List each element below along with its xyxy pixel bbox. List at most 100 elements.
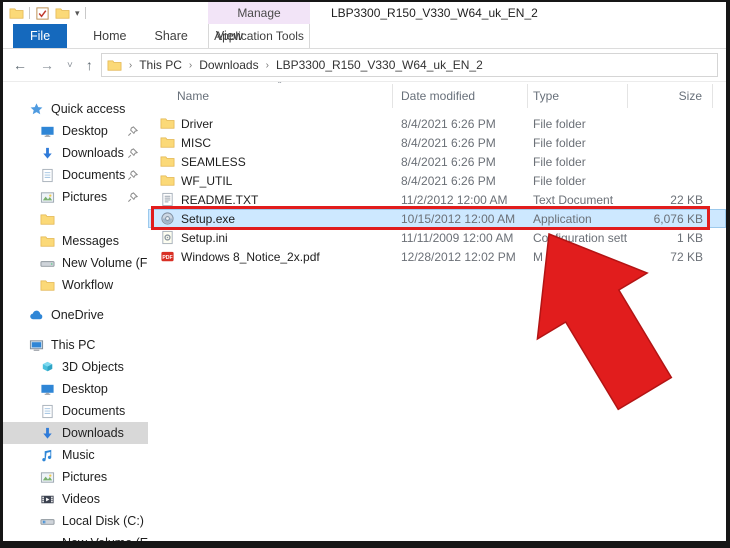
video-icon bbox=[40, 492, 55, 507]
folder-icon bbox=[160, 154, 175, 169]
sidebar-item-this-pc[interactable]: This PC bbox=[3, 334, 148, 356]
drive-icon bbox=[40, 256, 55, 271]
file-row-setup-exe[interactable]: Setup.exe 10/15/2012 12:00 AM Applicatio… bbox=[148, 209, 726, 228]
folder-icon bbox=[107, 58, 122, 73]
disk-c-icon bbox=[40, 514, 55, 529]
sidebar-section-gap bbox=[3, 296, 148, 304]
sidebar-item-onedrive[interactable]: OneDrive bbox=[3, 304, 148, 326]
sidebar-item-desktop[interactable]: Desktop bbox=[3, 120, 148, 142]
folder-icon bbox=[40, 234, 55, 249]
folder-icon bbox=[160, 173, 175, 188]
sidebar-item-desktop-pc[interactable]: Desktop bbox=[3, 378, 148, 400]
text-file-icon bbox=[160, 192, 175, 207]
sidebar-item-quick-access[interactable]: Quick access bbox=[3, 98, 148, 120]
monitor-icon bbox=[40, 382, 55, 397]
sidebar-item-downloads-pc[interactable]: Downloads bbox=[3, 422, 148, 444]
file-row-driver[interactable]: Driver 8/4/2021 6:26 PM File folder bbox=[148, 114, 726, 133]
sidebar-item-local-disk-c[interactable]: Local Disk (C:) bbox=[3, 510, 148, 532]
file-row-misc[interactable]: MISC 8/4/2021 6:26 PM File folder bbox=[148, 133, 726, 152]
breadcrumb-chevron-icon: › bbox=[127, 60, 134, 71]
recent-locations-icon[interactable]: ˅ bbox=[67, 60, 73, 71]
sidebar-item-videos[interactable]: Videos bbox=[3, 488, 148, 510]
pdf-icon bbox=[160, 249, 175, 264]
navigation-pane: Quick access Desktop Downloads Documents… bbox=[3, 82, 148, 541]
sidebar-item-3d-objects[interactable]: 3D Objects bbox=[3, 356, 148, 378]
cube-icon bbox=[40, 360, 55, 375]
back-icon[interactable]: ← bbox=[13, 57, 27, 73]
pin-icon bbox=[127, 170, 138, 181]
tab-share[interactable]: Share bbox=[141, 24, 202, 48]
navigation-buttons: ← → ˅ ↑ bbox=[3, 57, 101, 73]
address-bar-row: ← → ˅ ↑ › This PC › Downloads › LBP3300_… bbox=[3, 49, 726, 82]
tab-home[interactable]: Home bbox=[79, 24, 140, 48]
download-icon bbox=[40, 146, 55, 161]
sidebar-item-music[interactable]: Music bbox=[3, 444, 148, 466]
sidebar-item-unlabeled-folder[interactable] bbox=[3, 208, 148, 230]
main-content: Quick access Desktop Downloads Documents… bbox=[3, 82, 726, 541]
forward-icon[interactable]: → bbox=[40, 57, 54, 73]
column-header-date-modified[interactable]: Date modified bbox=[393, 84, 528, 108]
customize-toolbar-arrow[interactable]: ▾ bbox=[75, 9, 80, 18]
sort-ascending-icon: ˆ bbox=[278, 82, 281, 92]
pin-icon bbox=[127, 148, 138, 159]
download-icon bbox=[40, 426, 55, 441]
music-icon bbox=[40, 448, 55, 463]
sidebar-item-pictures-pc[interactable]: Pictures bbox=[3, 466, 148, 488]
sidebar-item-workflow[interactable]: Workflow bbox=[3, 274, 148, 296]
folder-icon bbox=[40, 278, 55, 293]
tab-file[interactable]: File bbox=[13, 24, 67, 48]
config-file-icon bbox=[160, 230, 175, 245]
column-header-type[interactable]: Type bbox=[528, 84, 628, 108]
file-row-windows8-notice-pdf[interactable]: Windows 8_Notice_2x.pdf 12/28/2012 12:02… bbox=[148, 247, 726, 266]
cloud-icon bbox=[29, 308, 44, 323]
application-icon bbox=[160, 211, 175, 226]
title-bar: ▾ Manage LBP3300_R150_V330_W64_uk_EN_2 bbox=[3, 2, 726, 24]
tab-application-tools[interactable]: Application Tools bbox=[208, 24, 310, 48]
pc-icon bbox=[29, 338, 44, 353]
file-row-readme[interactable]: README.TXT 11/2/2012 12:00 AM Text Docum… bbox=[148, 190, 726, 209]
pin-icon bbox=[127, 192, 138, 203]
picture-icon bbox=[40, 190, 55, 205]
sidebar-section-gap bbox=[3, 326, 148, 334]
breadcrumb-downloads[interactable]: Downloads bbox=[199, 58, 258, 72]
file-list-pane: Name ˆ Date modified Type Size Driver 8/… bbox=[148, 82, 726, 541]
breadcrumb-this-pc[interactable]: This PC bbox=[139, 58, 182, 72]
breadcrumb-chevron-icon: › bbox=[187, 60, 194, 71]
toolbar-divider bbox=[29, 7, 30, 19]
picture-icon bbox=[40, 470, 55, 485]
sidebar-item-documents-pc[interactable]: Documents bbox=[3, 400, 148, 422]
sidebar-item-messages[interactable]: Messages bbox=[3, 230, 148, 252]
star-icon bbox=[29, 102, 44, 117]
file-rows: Driver 8/4/2021 6:26 PM File folder MISC… bbox=[148, 114, 726, 266]
document-icon bbox=[40, 404, 55, 419]
sidebar-item-new-volume-e[interactable]: New Volume (E:) bbox=[3, 532, 148, 541]
address-box[interactable]: › This PC › Downloads › LBP3300_R150_V33… bbox=[101, 53, 718, 77]
screenshot-frame: PDF ▾ Manage LBP3300_R150_V330_W64_uk_EN… bbox=[0, 0, 730, 548]
toolbar-divider bbox=[85, 7, 86, 19]
sidebar-item-documents-quick[interactable]: Documents bbox=[3, 164, 148, 186]
column-header-size[interactable]: Size bbox=[628, 84, 713, 108]
folder-icon bbox=[40, 212, 55, 227]
window-title: LBP3300_R150_V330_W64_uk_EN_2 bbox=[331, 2, 538, 24]
folder-icon[interactable] bbox=[55, 6, 70, 21]
drive-icon bbox=[40, 536, 55, 542]
ribbon-tab-bar: File Home Share View Application Tools bbox=[3, 24, 726, 49]
file-row-seamless[interactable]: SEAMLESS 8/4/2021 6:26 PM File folder bbox=[148, 152, 726, 171]
file-row-wf-util[interactable]: WF_UTIL 8/4/2021 6:26 PM File folder bbox=[148, 171, 726, 190]
sidebar-item-pictures-quick[interactable]: Pictures bbox=[3, 186, 148, 208]
folder-icon bbox=[160, 116, 175, 131]
breadcrumb-current-folder[interactable]: LBP3300_R150_V330_W64_uk_EN_2 bbox=[276, 58, 483, 72]
manage-contextual-tab[interactable]: Manage bbox=[208, 2, 310, 24]
pin-icon bbox=[127, 126, 138, 137]
folder-icon bbox=[160, 135, 175, 150]
folder-icon[interactable] bbox=[9, 6, 24, 21]
sidebar-item-new-volume-f[interactable]: New Volume (F:) bbox=[3, 252, 148, 274]
column-headers: Name ˆ Date modified Type Size bbox=[148, 84, 726, 108]
file-row-setup-ini[interactable]: Setup.ini 11/11/2009 12:00 AM Configurat… bbox=[148, 228, 726, 247]
monitor-icon bbox=[40, 124, 55, 139]
checkbox-icon[interactable] bbox=[35, 6, 50, 21]
explorer-window: PDF ▾ Manage LBP3300_R150_V330_W64_uk_EN… bbox=[3, 2, 726, 541]
sidebar-item-downloads-quick[interactable]: Downloads bbox=[3, 142, 148, 164]
up-icon[interactable]: ↑ bbox=[86, 57, 93, 73]
column-header-name[interactable]: Name ˆ bbox=[148, 84, 393, 108]
